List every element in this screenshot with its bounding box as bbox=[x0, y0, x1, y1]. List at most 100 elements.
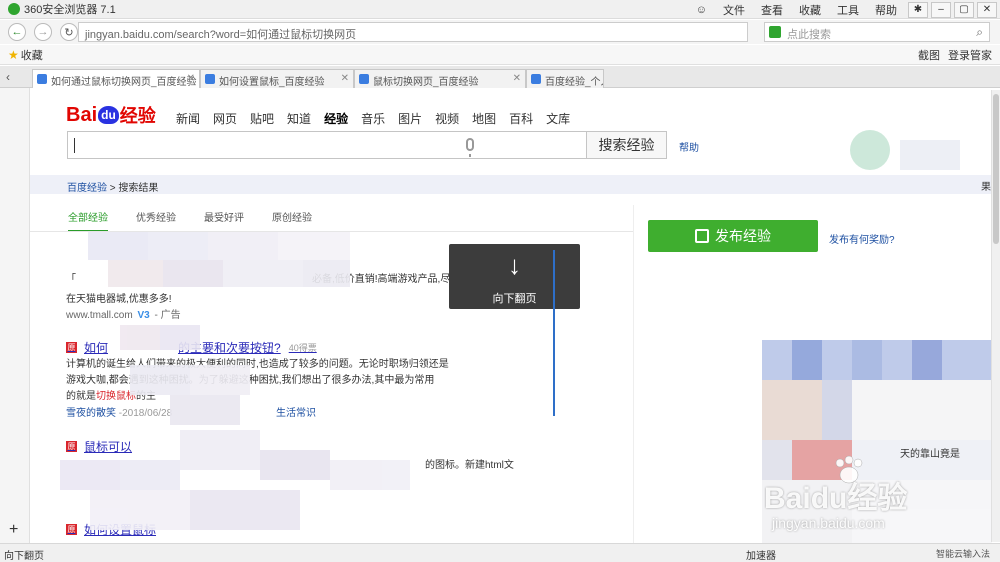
scrollbar-thumb[interactable] bbox=[993, 94, 999, 244]
logo-du: du bbox=[98, 106, 119, 124]
input-method-label: 智能云输入法 bbox=[936, 549, 991, 559]
status-text: 向下翻页 bbox=[4, 551, 44, 562]
nav-map[interactable]: 地图 bbox=[472, 110, 496, 127]
favorites-bar: ★ 收藏 截图 登录管家 bbox=[0, 45, 1000, 65]
watermark-logo-text: Baidu经验 bbox=[764, 473, 907, 517]
title-prefix: 如何 bbox=[84, 341, 109, 355]
ad-url: www.tmall.com V3 - 广告 bbox=[66, 306, 181, 321]
watermark-url: jingyan.baidu.com bbox=[772, 515, 885, 531]
verified-badge: V3 bbox=[137, 310, 150, 321]
tab-excellent[interactable]: 优秀经验 bbox=[136, 209, 176, 232]
reward-link[interactable]: 发布有何奖励? bbox=[829, 231, 895, 246]
ad-text-start: 「 bbox=[66, 274, 76, 285]
top-nav: 新闻 网页 贴吧 知道 经验 音乐 图片 视频 地图 百科 文库 bbox=[176, 110, 583, 127]
search-placeholder: 点此搜索 bbox=[787, 29, 831, 41]
back-button[interactable]: ← bbox=[8, 23, 26, 41]
close-tab-icon[interactable]: ✕ bbox=[513, 73, 521, 84]
author-link[interactable]: 雪夜的散笑 bbox=[66, 408, 116, 419]
blurred-region bbox=[120, 325, 270, 425]
tab-2[interactable]: 如何设置鼠标_百度经验 ✕ bbox=[200, 69, 354, 88]
maximize-button[interactable]: ▢ bbox=[954, 1, 974, 18]
breadcrumb: 百度经验 > 搜索结果 bbox=[67, 179, 158, 194]
page-down-label: 向下翻页 bbox=[492, 293, 537, 305]
refresh-icon[interactable]: ↻ bbox=[60, 23, 78, 41]
favorites-tools: 截图 登录管家 bbox=[918, 45, 1000, 65]
publish-label: 发布经验 bbox=[715, 228, 771, 244]
browser-search-input[interactable]: 点此搜索 ⌕ bbox=[764, 22, 990, 42]
accelerator-button[interactable]: 加速器 bbox=[746, 547, 776, 562]
gesture-trail bbox=[553, 250, 555, 416]
tab-bar: ‹ 如何通过鼠标切换网页_百度经验 ✕ 如何设置鼠标_百度经验 ✕ 鼠标切换网页… bbox=[0, 66, 1000, 88]
tab-1[interactable]: 如何通过鼠标切换网页_百度经验 ✕ bbox=[32, 69, 200, 88]
jingyan-search-input[interactable] bbox=[67, 131, 587, 159]
page-icon bbox=[531, 74, 541, 84]
watermark-du: du bbox=[810, 482, 848, 515]
screenshot-button[interactable]: 截图 bbox=[918, 47, 940, 63]
menu-help[interactable]: 帮助 bbox=[867, 2, 905, 18]
watermark-jingyan: 经验 bbox=[847, 482, 908, 515]
search-icon[interactable]: ⌕ bbox=[976, 25, 983, 40]
baidu-jingyan-watermark: Baidu经验 jingyan.baidu.com bbox=[762, 455, 992, 545]
tab-label: 如何设置鼠标_百度经验 bbox=[219, 77, 325, 88]
nav-tieba[interactable]: 贴吧 bbox=[250, 110, 274, 127]
close-button[interactable]: ✕ bbox=[977, 1, 997, 18]
nav-zhidao[interactable]: 知道 bbox=[287, 110, 311, 127]
baidu-jingyan-logo[interactable]: Bai du 经验 bbox=[66, 100, 156, 130]
original-icon: 原 bbox=[66, 342, 77, 353]
nav-jingyan[interactable]: 经验 bbox=[324, 110, 348, 127]
edit-icon bbox=[695, 229, 709, 243]
nav-web[interactable]: 网页 bbox=[213, 110, 237, 127]
skin-button[interactable]: ✱ bbox=[908, 1, 928, 18]
nav-images[interactable]: 图片 bbox=[398, 110, 422, 127]
title-menu: ☺ 文件 查看 收藏 工具 帮助 ✱ – ▢ ✕ bbox=[688, 0, 1000, 19]
tab-most-liked[interactable]: 最受好评 bbox=[204, 209, 244, 232]
minimize-button[interactable]: – bbox=[931, 1, 951, 18]
nav-wenku[interactable]: 文库 bbox=[546, 110, 570, 127]
browser-logo-icon bbox=[8, 3, 20, 15]
ad-domain[interactable]: www.tmall.com bbox=[66, 310, 133, 321]
address-input[interactable]: jingyan.baidu.com/search?word=如何通过鼠标切换网页 bbox=[78, 22, 748, 42]
logo-bai: Bai bbox=[66, 103, 98, 126]
nav-baike[interactable]: 百科 bbox=[509, 110, 533, 127]
menu-file[interactable]: 文件 bbox=[715, 2, 753, 18]
menu-tools[interactable]: 工具 bbox=[829, 2, 867, 18]
nav-music[interactable]: 音乐 bbox=[361, 110, 385, 127]
tab-label: 如何通过鼠标切换网页_百度经验 bbox=[51, 77, 197, 88]
favorites-button[interactable]: 收藏 bbox=[21, 47, 43, 63]
help-link[interactable]: 帮助 bbox=[679, 139, 699, 154]
page-down-overlay[interactable]: ↓ 向下翻页 bbox=[449, 244, 580, 309]
microphone-icon[interactable] bbox=[466, 138, 474, 157]
category-link[interactable]: 生活常识 bbox=[276, 404, 316, 419]
nav-news[interactable]: 新闻 bbox=[176, 110, 200, 127]
search-jingyan-button[interactable]: 搜索经验 bbox=[586, 131, 667, 159]
tab-all[interactable]: 全部经验 bbox=[68, 209, 108, 232]
side-panel: + bbox=[0, 88, 30, 543]
ad-line-1: 「 必备,低价直销!高端游戏产品,尽 bbox=[66, 270, 450, 285]
publish-experience-button[interactable]: 发布经验 bbox=[648, 220, 818, 252]
column-divider bbox=[633, 205, 634, 545]
close-tab-icon[interactable]: ✕ bbox=[187, 73, 195, 84]
breadcrumb-separator: > bbox=[109, 183, 116, 194]
tab-original[interactable]: 原创经验 bbox=[272, 209, 312, 232]
tab-scroll-left-icon[interactable]: ‹ bbox=[6, 70, 10, 84]
search-engine-icon[interactable] bbox=[769, 26, 781, 38]
login-manager-button[interactable]: 登录管家 bbox=[948, 47, 992, 63]
tab-4[interactable]: 百度经验_个人 bbox=[526, 69, 604, 88]
forward-button[interactable]: → bbox=[34, 23, 52, 41]
menu-favorites[interactable]: 收藏 bbox=[791, 2, 829, 18]
nav-video[interactable]: 视频 bbox=[435, 110, 459, 127]
blurred-region bbox=[840, 120, 970, 180]
ad-line-2: 在天猫电器城,优惠多多! bbox=[66, 294, 172, 305]
address-toolbar: ← → ↻ jingyan.baidu.com/search?word=如何通过… bbox=[0, 20, 1000, 44]
menu-view[interactable]: 查看 bbox=[753, 2, 791, 18]
page-icon bbox=[205, 74, 215, 84]
window-title: 360安全浏览器 7.1 bbox=[24, 4, 116, 16]
close-tab-icon[interactable]: ✕ bbox=[341, 73, 349, 84]
vertical-scrollbar[interactable] bbox=[991, 90, 1000, 542]
breadcrumb-home[interactable]: 百度经验 bbox=[67, 183, 107, 194]
tab-3[interactable]: 鼠标切换网页_百度经验 ✕ bbox=[354, 69, 526, 88]
title-bar: 360安全浏览器 7.1 ☺ 文件 查看 收藏 工具 帮助 ✱ – ▢ ✕ bbox=[0, 0, 1000, 19]
add-icon[interactable]: + bbox=[9, 521, 18, 539]
breadcrumb-current: 搜索结果 bbox=[118, 183, 159, 194]
user-icon[interactable]: ☺ bbox=[688, 4, 715, 16]
